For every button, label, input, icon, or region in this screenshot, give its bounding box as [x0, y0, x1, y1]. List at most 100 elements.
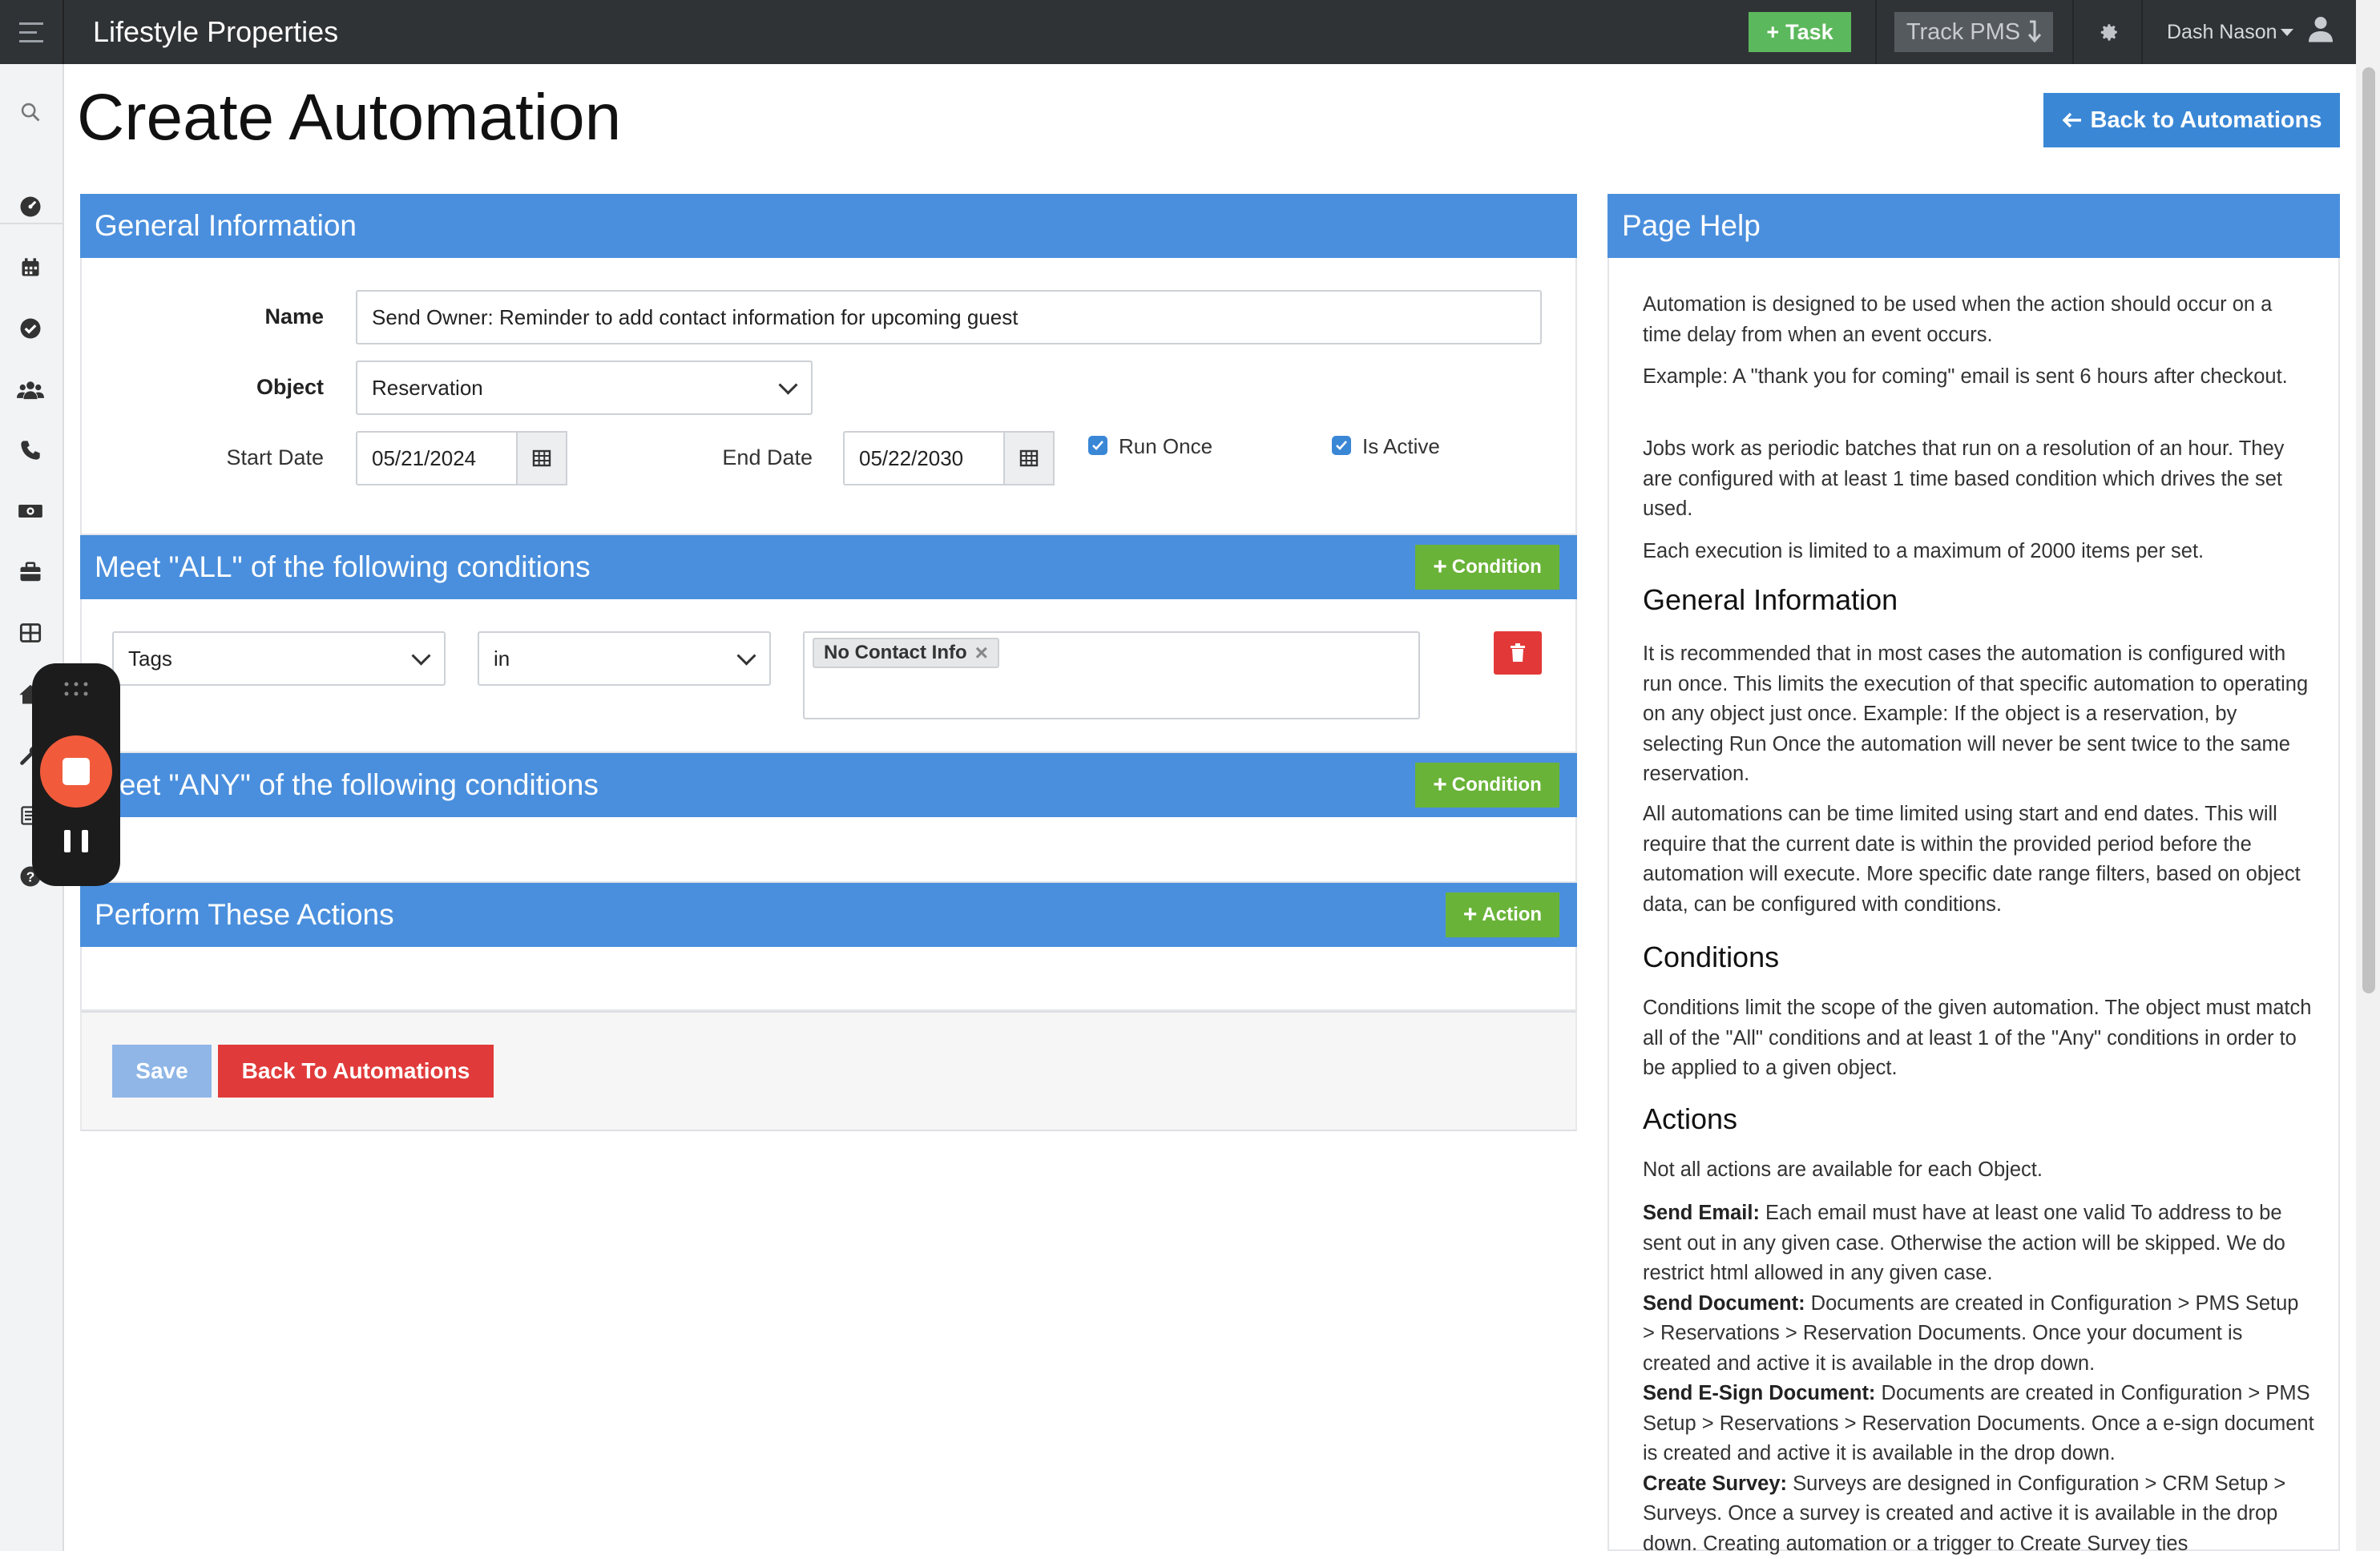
help-paragraph: Conditions limit the scope of the given …: [1643, 997, 2312, 1079]
caret-down-icon[interactable]: [2281, 29, 2293, 36]
object-label: Object: [256, 375, 324, 399]
plus-icon: +: [1766, 19, 1780, 44]
actions-body: [80, 947, 1577, 1011]
help-heading-actions: Actions: [1643, 1102, 1738, 1135]
help-paragraph: Each execution is limited to a maximum o…: [1643, 540, 2205, 562]
brand-name[interactable]: Lifestyle Properties: [93, 0, 338, 64]
object-select-value: Reservation: [372, 375, 483, 400]
end-date-input[interactable]: 05/22/2030: [843, 431, 1055, 485]
calendar-grid-icon: [532, 449, 551, 467]
help-action-list: Send Email: Each email must have at leas…: [1643, 1198, 2316, 1559]
gear-icon: [2100, 24, 2117, 41]
save-button[interactable]: Save: [112, 1045, 212, 1098]
money-icon[interactable]: [16, 497, 45, 526]
chevron-down-icon: [736, 646, 756, 666]
user-icon[interactable]: [2306, 14, 2335, 43]
end-date-label: End Date: [722, 445, 813, 469]
calendar-grid-icon: [1019, 449, 1039, 467]
run-once-checkbox[interactable]: [1088, 436, 1107, 455]
scrollbar-thumb[interactable]: [2362, 67, 2375, 993]
help-send-esign-term: Send E-Sign Document:: [1643, 1382, 1876, 1404]
grid-icon[interactable]: [16, 618, 45, 647]
start-date-label: Start Date: [226, 445, 324, 469]
name-input[interactable]: Send Owner: Reminder to add contact info…: [356, 290, 1542, 344]
back-to-automations-button[interactable]: Back to Automations: [2043, 93, 2340, 147]
divider: [0, 223, 63, 224]
plus-icon: +: [1433, 771, 1447, 798]
users-icon[interactable]: [16, 375, 45, 404]
pause-recording-button[interactable]: [64, 830, 88, 854]
check-circle-icon[interactable]: [16, 314, 45, 343]
help-paragraph: Example: A "thank you for coming" email …: [1643, 365, 2288, 388]
search-icon[interactable]: [16, 98, 45, 127]
help-send-document-term: Send Document:: [1643, 1291, 1805, 1315]
help-create-survey-term: Create Survey:: [1643, 1472, 1788, 1495]
add-condition-label: Condition: [1451, 774, 1542, 796]
run-once-label[interactable]: Run Once: [1119, 434, 1212, 459]
stop-icon: [63, 758, 90, 785]
tag-chip: No Contact Info ×: [813, 638, 999, 668]
all-conditions-header: Meet "ALL" of the following conditions: [80, 535, 1577, 599]
help-paragraph: Not all actions are available for each O…: [1643, 1158, 2043, 1181]
condition-operator-value: in: [494, 646, 510, 671]
user-menu[interactable]: Dash Nason: [2167, 0, 2277, 64]
start-date-calendar-button[interactable]: [516, 431, 567, 485]
end-date-calendar-button[interactable]: [1003, 431, 1055, 485]
add-all-condition-button[interactable]: + Condition: [1415, 545, 1559, 590]
is-active-label[interactable]: Is Active: [1362, 434, 1440, 459]
recording-widget: [32, 663, 120, 886]
delete-condition-button[interactable]: [1494, 631, 1542, 675]
remove-tag-icon[interactable]: ×: [975, 640, 988, 666]
help-paragraph: Automation is designed to be used when t…: [1643, 293, 2273, 346]
settings-button[interactable]: [2093, 16, 2125, 48]
chevron-down-icon: [411, 646, 431, 666]
any-conditions-title: Meet "ANY" of the following conditions: [95, 768, 599, 801]
is-active-checkbox[interactable]: [1332, 436, 1351, 455]
add-condition-label: Condition: [1451, 556, 1542, 578]
back-to-automations-label: Back to Automations: [2090, 107, 2322, 133]
calendar-icon[interactable]: [16, 253, 45, 282]
end-date-value: 05/22/2030: [859, 445, 964, 470]
add-any-condition-button[interactable]: + Condition: [1415, 763, 1559, 808]
start-date-value: 05/21/2024: [372, 445, 477, 470]
drag-handle-icon[interactable]: [63, 679, 90, 699]
help-heading-general: General Information: [1643, 583, 1898, 616]
hamburger-icon: [19, 19, 43, 46]
arrow-left-icon: [2062, 112, 2081, 128]
trash-icon: [1511, 643, 1525, 662]
help-paragraph: It is recommended that in most cases the…: [1643, 643, 2309, 785]
chevron-down-icon: [778, 375, 798, 395]
add-action-button[interactable]: + Action: [1446, 892, 1559, 937]
condition-operator-select[interactable]: in: [478, 631, 771, 686]
object-select[interactable]: Reservation: [356, 361, 813, 415]
divider: [2141, 0, 2143, 64]
check-icon: [1092, 441, 1103, 450]
help-heading-conditions: Conditions: [1643, 941, 1780, 973]
help-paragraph: Jobs work as periodic batches that run o…: [1643, 437, 2285, 520]
top-bar: Lifestyle Properties + Task Track PMS Da…: [0, 0, 2356, 64]
task-button-label: Task: [1785, 19, 1833, 44]
briefcase-icon[interactable]: [16, 558, 45, 586]
all-conditions-title: Meet "ALL" of the following conditions: [95, 550, 591, 583]
divider: [2072, 0, 2074, 64]
dashboard-icon[interactable]: [16, 192, 45, 221]
help-paragraph: All automations can be time limited usin…: [1643, 803, 2301, 916]
page-title: Create Automation: [77, 81, 622, 154]
name-label: Name: [264, 304, 324, 328]
actions-header: Perform These Actions: [80, 883, 1577, 947]
check-icon: [1336, 441, 1347, 450]
add-task-button[interactable]: + Task: [1749, 12, 1851, 52]
phone-icon[interactable]: [16, 436, 45, 465]
menu-toggle-button[interactable]: [0, 0, 64, 64]
condition-field-select[interactable]: Tags: [112, 631, 446, 686]
track-pms-label: Track PMS: [1906, 18, 2021, 45]
page-help-header: Page Help: [1608, 194, 2340, 258]
back-to-automations-footer-button[interactable]: Back To Automations: [218, 1045, 494, 1098]
start-date-input[interactable]: 05/21/2024: [356, 431, 567, 485]
divider: [1875, 0, 1877, 64]
actions-title: Perform These Actions: [95, 898, 394, 931]
general-information-title: General Information: [95, 209, 357, 242]
add-action-label: Action: [1482, 904, 1543, 925]
stop-recording-button[interactable]: [40, 735, 112, 808]
track-pms-button[interactable]: Track PMS: [1894, 12, 2053, 52]
